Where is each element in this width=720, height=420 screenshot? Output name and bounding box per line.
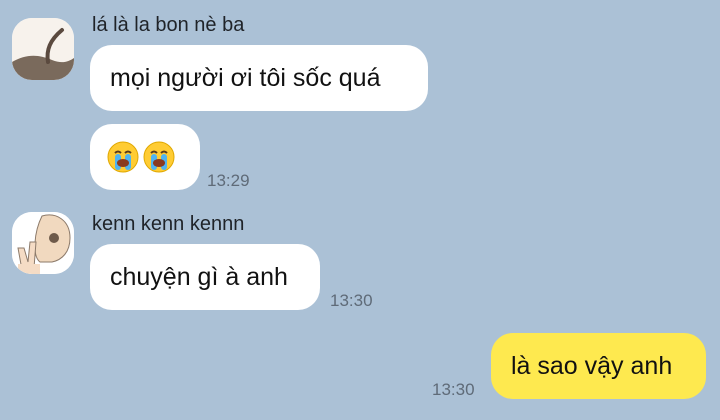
- loudly-crying-face-emoji-icon: [107, 141, 139, 173]
- sender-name: lá là la bon nè ba: [92, 14, 245, 36]
- emoji-message-bubble[interactable]: [90, 124, 200, 190]
- message-timestamp: 13:30: [432, 380, 475, 399]
- peace-sign-avatar-icon: [12, 212, 74, 274]
- sender-avatar[interactable]: [12, 212, 74, 274]
- message-bubble[interactable]: chuyện gì à anh: [90, 244, 320, 310]
- own-message-bubble[interactable]: là sao vậy anh: [491, 333, 706, 399]
- sender-avatar[interactable]: [12, 18, 74, 80]
- leaf-stem-avatar-icon: [12, 18, 74, 80]
- message-timestamp: 13:29: [207, 171, 250, 190]
- sender-name: kenn kenn kennn: [92, 213, 245, 235]
- message-timestamp: 13:30: [330, 291, 373, 310]
- loudly-crying-face-emoji-icon: [143, 141, 175, 173]
- message-bubble[interactable]: mọi người ơi tôi sốc quá: [90, 45, 428, 111]
